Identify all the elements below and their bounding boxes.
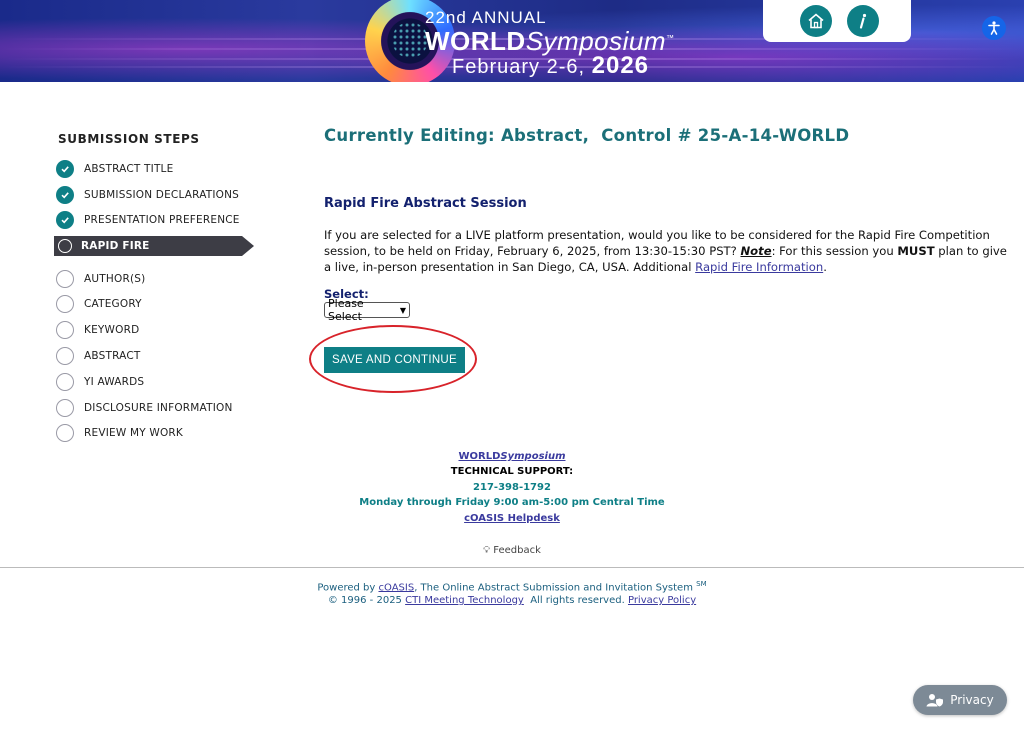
user-shield-icon — [926, 694, 944, 707]
copyright-mid: All rights reserved. — [523, 595, 628, 606]
step-label: DISCLOSURE INFORMATION — [84, 402, 233, 414]
step-submission-declarations[interactable]: SUBMISSION DECLARATIONS — [56, 185, 256, 205]
banner-year: 2026 — [591, 52, 650, 79]
support-phone: 217-398-1792 — [473, 482, 551, 493]
privacy-button-label: Privacy — [950, 693, 994, 707]
accessibility-icon — [988, 21, 1000, 35]
coasis-link[interactable]: cOASIS — [379, 582, 415, 593]
banner-dates-text: February 2-6, — [452, 56, 586, 78]
rapid-fire-info-link[interactable]: Rapid Fire Information — [695, 260, 823, 274]
circle-outline-icon — [56, 321, 74, 339]
page-title: Currently Editing: Abstract, Control # 2… — [324, 126, 850, 145]
privacy-policy-link[interactable]: Privacy Policy — [628, 595, 696, 606]
banner-tm: ™ — [666, 33, 675, 43]
check-circle-icon — [56, 186, 74, 204]
cti-link[interactable]: CTI Meeting Technology — [405, 595, 524, 606]
select-value: Please Select — [328, 297, 364, 323]
step-label: REVIEW MY WORK — [84, 427, 184, 439]
accessibility-button[interactable] — [982, 16, 1006, 40]
step-abstract[interactable]: ABSTRACT — [56, 346, 256, 366]
banner-annual: 22nd ANNUAL — [425, 8, 547, 27]
step-label: PRESENTATION PREFERENCE — [84, 214, 240, 226]
footer-divider — [0, 567, 1024, 568]
privacy-button[interactable]: Privacy — [913, 685, 1007, 715]
home-icon — [808, 13, 824, 29]
world-symposium-link[interactable]: WORLDSymposium — [459, 451, 566, 462]
banner-dates: February 2-6, 2026 — [452, 52, 649, 80]
step-label: CATEGORY — [84, 298, 142, 310]
footer-world-bold: WORLD — [458, 451, 501, 462]
info-button[interactable] — [847, 5, 879, 37]
top-nav — [763, 0, 911, 42]
step-yi-awards[interactable]: YI AWARDS — [56, 372, 256, 392]
footer-world-italic: Symposium — [500, 451, 566, 462]
desc-text: : For this session you — [771, 244, 898, 258]
chevron-down-icon: ▼ — [399, 305, 406, 315]
tech-support-label: TECHNICAL SUPPORT: — [450, 466, 574, 477]
step-disclosure-information[interactable]: DISCLOSURE INFORMATION — [56, 398, 256, 418]
circle-outline-icon — [56, 347, 74, 365]
circle-outline-icon — [56, 295, 74, 313]
section-title: Rapid Fire Abstract Session — [324, 196, 527, 211]
copyright: © 1996 - 2025 CTI Meeting Technology All… — [0, 595, 1024, 606]
lightbulb-icon: 💡︎ — [483, 545, 491, 556]
globe-logo-dots — [392, 22, 428, 58]
desc-must: MUST — [897, 244, 935, 258]
feedback-label: Feedback — [493, 545, 541, 556]
step-label: KEYWORD — [84, 324, 140, 336]
service-mark: SM — [696, 580, 707, 588]
footer-world-link-row: WORLDSymposium — [0, 451, 1024, 462]
step-presentation-preference[interactable]: PRESENTATION PREFERENCE — [56, 210, 256, 230]
step-review-my-work[interactable]: REVIEW MY WORK — [56, 423, 256, 443]
section-description: If you are selected for a LIVE platform … — [324, 227, 1014, 275]
step-label: ABSTRACT TITLE — [84, 163, 174, 175]
step-keyword[interactable]: KEYWORD — [56, 320, 256, 340]
step-authors[interactable]: AUTHOR(S) — [56, 269, 256, 289]
step-label: YI AWARDS — [84, 376, 145, 388]
check-circle-icon — [56, 160, 74, 178]
home-button[interactable] — [800, 5, 832, 37]
check-circle-icon — [56, 211, 74, 229]
rapid-fire-select[interactable]: Please Select ▼ — [324, 297, 410, 323]
step-label: SUBMISSION DECLARATIONS — [84, 189, 240, 201]
support-hours: Monday through Friday 9:00 am-5:00 pm Ce… — [359, 497, 665, 508]
step-label: RAPID FIRE — [81, 240, 150, 252]
step-label: ABSTRACT — [84, 350, 141, 362]
circle-outline-icon — [56, 270, 74, 288]
circle-outline-icon — [58, 239, 72, 253]
helpdesk-row: cOASIS Helpdesk — [0, 513, 1024, 524]
powered-prefix: Powered by — [317, 582, 379, 594]
circle-outline-icon — [56, 424, 74, 442]
step-label: AUTHOR(S) — [84, 273, 146, 285]
circle-outline-icon — [56, 373, 74, 391]
info-icon — [859, 13, 867, 29]
save-and-continue-button[interactable]: SAVE AND CONTINUE — [324, 347, 465, 373]
circle-outline-icon — [56, 399, 74, 417]
powered-suffix: , The Online Abstract Submission and Inv… — [414, 582, 697, 594]
step-category[interactable]: CATEGORY — [56, 294, 256, 314]
helpdesk-link[interactable]: cOASIS Helpdesk — [464, 513, 560, 524]
step-abstract-title[interactable]: ABSTRACT TITLE — [56, 159, 256, 179]
desc-note: Note — [740, 244, 772, 258]
submission-steps-title: SUBMISSION STEPS — [58, 132, 200, 146]
powered-by: Powered by cOASIS, The Online Abstract S… — [0, 580, 1024, 593]
desc-text: . — [823, 260, 827, 274]
copyright-prefix: © 1996 - 2025 — [327, 595, 406, 606]
step-rapid-fire[interactable]: RAPID FIRE — [54, 236, 254, 256]
feedback-link[interactable]: 💡︎ Feedback — [0, 545, 1024, 556]
